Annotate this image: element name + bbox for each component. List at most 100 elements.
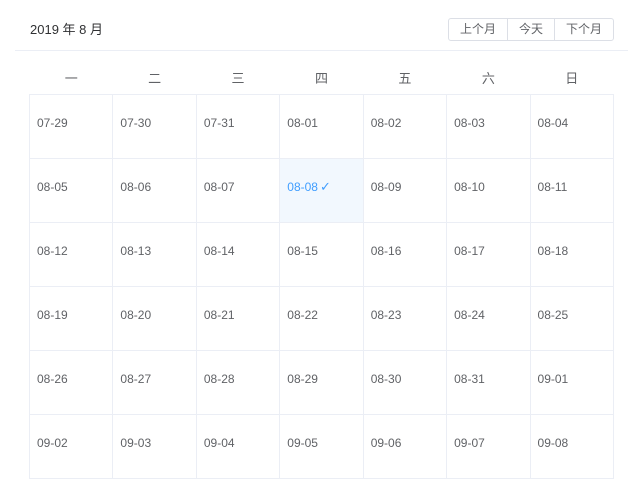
calendar-day-cell[interactable]: 08-04 [529, 94, 615, 159]
calendar-day-cell[interactable]: 07-29 [28, 94, 114, 159]
calendar-day-cell[interactable]: 08-11 [529, 158, 615, 223]
day-date-text: 08-21 [203, 308, 235, 322]
calendar-day-cell[interactable]: 08-25 [529, 286, 615, 351]
calendar-day-cell[interactable]: 08-09 [362, 158, 448, 223]
calendar-day-cell[interactable]: 09-06 [362, 414, 448, 479]
day-label: 09-05 [280, 415, 362, 451]
day-label: 08-18 [531, 223, 613, 259]
calendar-day-cell[interactable]: 08-10 [446, 158, 531, 223]
day-date-text: 08-23 [370, 308, 402, 322]
calendar-day-cell[interactable]: 08-03 [446, 94, 531, 159]
calendar-day-cell[interactable]: 08-19 [28, 286, 114, 351]
day-date-text: 08-26 [37, 372, 68, 386]
calendar-day-cell[interactable]: 08-06 [112, 158, 197, 223]
day-label: 09-08 [531, 415, 613, 451]
calendar-day-cell[interactable]: 09-05 [279, 414, 364, 479]
calendar-day-cell[interactable]: 08-29 [279, 350, 364, 415]
day-date-text: 09-04 [203, 436, 235, 450]
next-month-button[interactable]: 下个月 [554, 18, 614, 41]
day-date-text: 08-25 [537, 308, 569, 322]
calendar-day-cell[interactable]: 09-08 [529, 414, 615, 479]
day-date-text: 09-03 [120, 436, 152, 450]
day-date-text: 09-08 [537, 436, 569, 450]
day-label: 08-28 [197, 351, 279, 387]
calendar-day-cell[interactable]: 08-28 [195, 350, 281, 415]
day-date-text: 09-02 [37, 436, 68, 450]
weekday-label: 二 [148, 70, 162, 86]
calendar-day-cell[interactable]: 08-21 [195, 286, 281, 351]
today-button[interactable]: 今天 [507, 18, 555, 41]
day-label: 09-03 [113, 415, 195, 451]
calendar-day-cell[interactable]: 08-20 [112, 286, 197, 351]
day-label: 08-14 [197, 223, 279, 259]
calendar-day-cell[interactable]: 08-13 [112, 222, 197, 287]
weekday-header-row: 一 二 三 四 五 六 日 [30, 60, 614, 95]
calendar-day-cell[interactable]: 08-02 [362, 94, 448, 159]
calendar-day-cell[interactable]: 08-18 [529, 222, 615, 287]
calendar-day-cell[interactable]: 08-15 [279, 222, 364, 287]
day-date-text: 08-05 [37, 180, 68, 194]
day-label: 08-13 [113, 223, 195, 259]
day-date-text: 09-07 [454, 436, 485, 450]
day-date-text: 08-27 [120, 372, 152, 386]
day-date-text: 08-09 [370, 180, 402, 194]
day-date-text: 08-28 [203, 372, 235, 386]
calendar-day-cell[interactable]: 08-24 [446, 286, 531, 351]
day-date-text: 07-31 [203, 116, 235, 130]
calendar-day-cell[interactable]: 08-01 [279, 94, 364, 159]
day-date-text: 08-15 [287, 244, 318, 258]
calendar-day-cell[interactable]: 08-17 [446, 222, 531, 287]
calendar-day-cell[interactable]: 09-07 [446, 414, 531, 479]
checkmark-icon: ✓ [319, 179, 331, 194]
day-date-text: 09-01 [537, 372, 569, 386]
calendar-day-cell[interactable]: 08-26 [28, 350, 114, 415]
prev-month-button[interactable]: 上个月 [448, 18, 508, 41]
calendar-day-cell[interactable]: 08-23 [362, 286, 448, 351]
weekday-label: 日 [565, 70, 579, 86]
day-date-text: 08-17 [454, 244, 485, 258]
day-label: 08-15 [280, 223, 362, 259]
day-label: 09-01 [531, 351, 613, 387]
calendar-day-cell[interactable]: 08-12 [28, 222, 114, 287]
day-label: 09-06 [364, 415, 446, 451]
day-date-text: 08-14 [203, 244, 235, 258]
weekday-label: 一 [64, 70, 78, 86]
calendar-title: 2019 年 8 月 [30, 22, 103, 37]
calendar-day-cell[interactable]: 08-30 [362, 350, 448, 415]
calendar-week-row: 08-05 08-06 08-07 08-08 ✓ 08-09 08-10 08-11 [28, 158, 615, 223]
day-label: 08-08 ✓ [280, 159, 362, 195]
calendar-week-row: 08-12 08-13 08-14 08-15 08-16 08-17 08-18 [28, 222, 615, 287]
day-label: 08-05 [30, 159, 112, 195]
calendar-day-cell[interactable]: 08-27 [112, 350, 197, 415]
day-label: 08-31 [447, 351, 529, 387]
day-date-text: 08-24 [454, 308, 485, 322]
day-label: 08-12 [30, 223, 112, 259]
day-label: 08-07 [197, 159, 279, 195]
day-label: 09-07 [447, 415, 529, 451]
day-label: 08-29 [280, 351, 362, 387]
calendar-day-cell[interactable]: 09-03 [112, 414, 197, 479]
calendar-day-cell[interactable]: 09-04 [195, 414, 281, 479]
calendar-day-cell[interactable]: 08-07 [195, 158, 281, 223]
calendar-day-cell-selected[interactable]: 08-08 ✓ [279, 158, 364, 223]
calendar-day-cell[interactable]: 07-30 [112, 94, 197, 159]
calendar-day-cell[interactable]: 07-31 [195, 94, 281, 159]
day-label: 08-24 [447, 287, 529, 323]
calendar-day-cell[interactable]: 09-02 [28, 414, 114, 479]
calendar-week-row: 09-02 09-03 09-04 09-05 09-06 09-07 09-08 [28, 414, 615, 479]
month-nav-button-group: 上个月 今天 下个月 [448, 18, 614, 41]
day-date-text: 08-18 [537, 244, 569, 258]
day-date-text: 08-04 [537, 116, 569, 130]
calendar-day-cell[interactable]: 08-31 [446, 350, 531, 415]
day-label: 08-27 [113, 351, 195, 387]
day-date-text: 08-07 [203, 180, 235, 194]
calendar-grid: 一 二 三 四 五 六 日 07-29 07-30 07-31 08-01 08-02 0… [28, 60, 615, 479]
calendar-day-cell[interactable]: 08-22 [279, 286, 364, 351]
weekday-label: 三 [231, 70, 245, 86]
calendar-day-cell[interactable]: 08-16 [362, 222, 448, 287]
calendar-day-cell[interactable]: 08-14 [195, 222, 281, 287]
day-date-text: 08-19 [37, 308, 68, 322]
calendar-day-cell[interactable]: 09-01 [529, 350, 615, 415]
day-label: 07-29 [30, 95, 112, 131]
calendar-day-cell[interactable]: 08-05 [28, 158, 114, 223]
